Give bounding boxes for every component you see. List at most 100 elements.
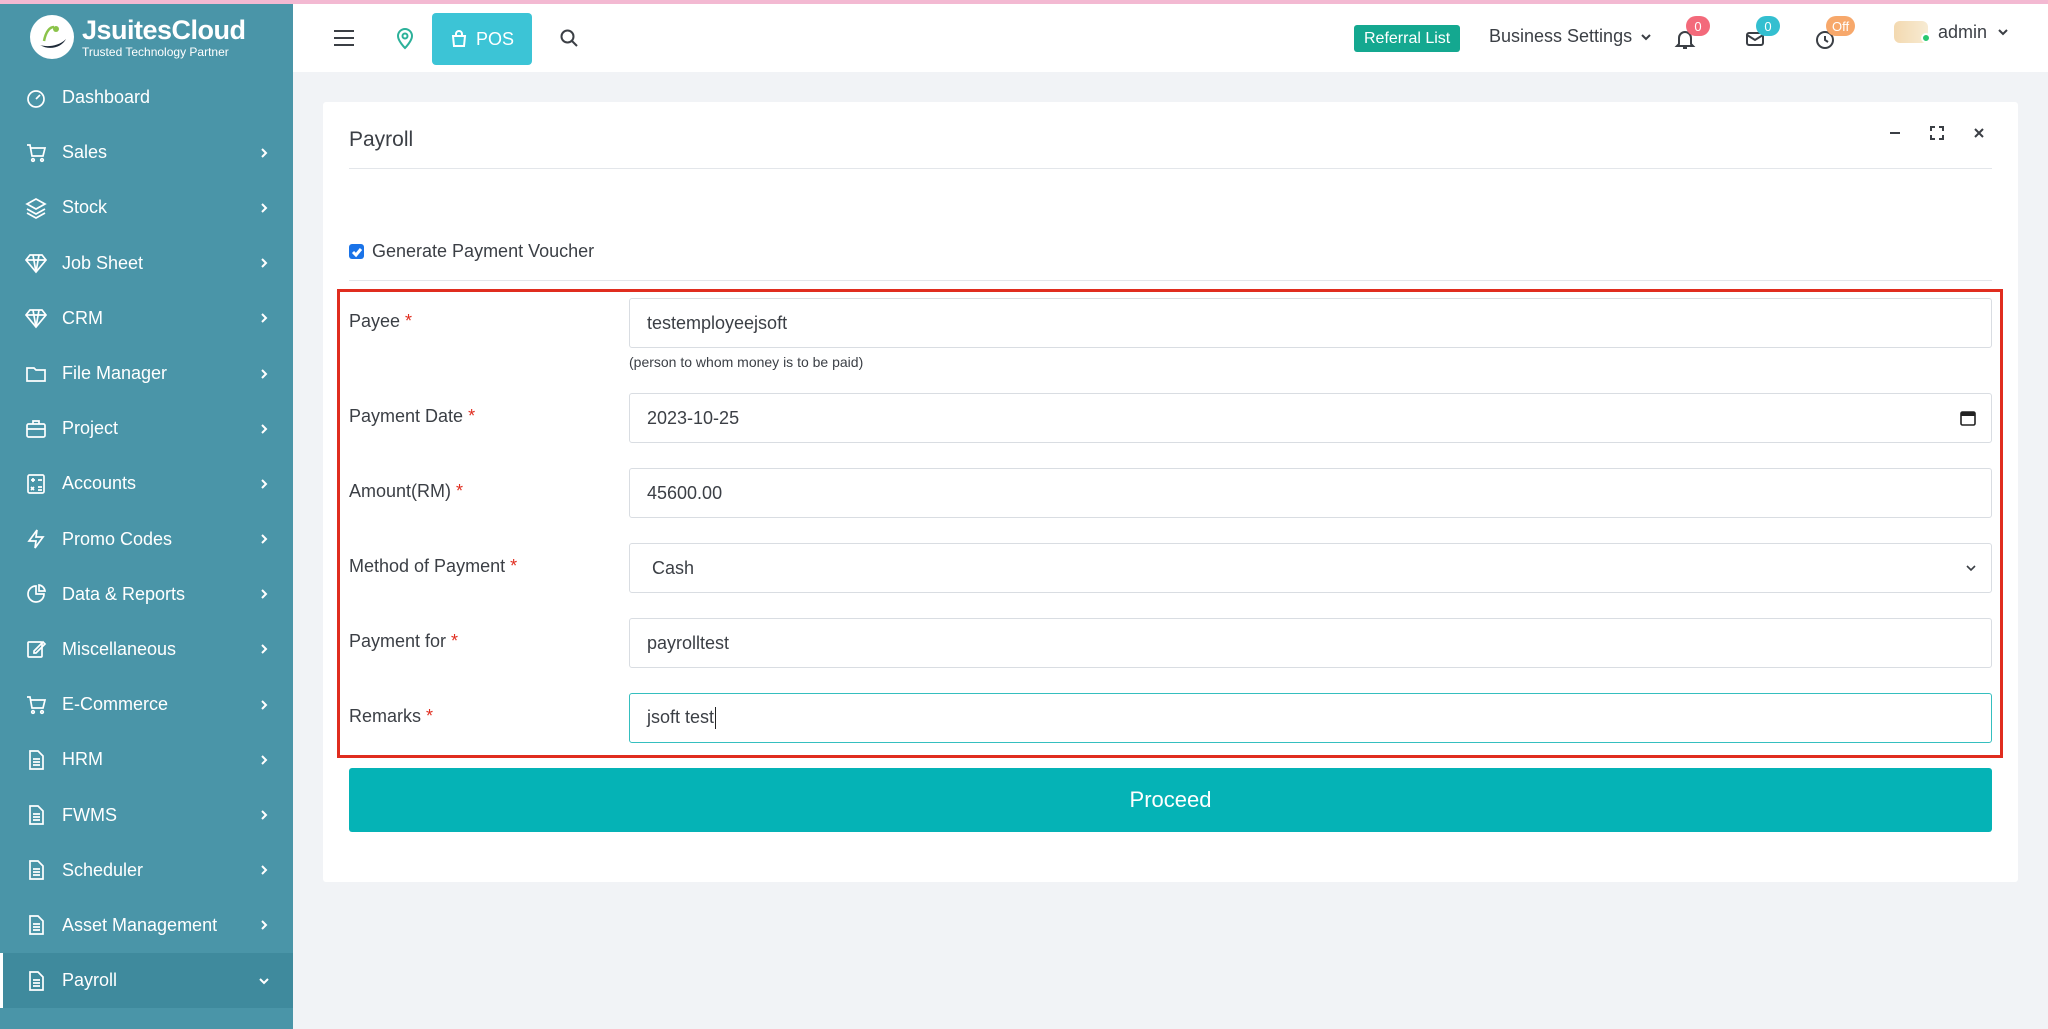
payee-label: Payee * (349, 311, 413, 331)
payee-row: Payee * testemployeejsoft (person to whom… (349, 298, 1992, 370)
proceed-button[interactable]: Proceed (349, 768, 1992, 832)
sidebar-item-label: Scheduler (62, 859, 144, 880)
chevron-right-icon (257, 422, 271, 436)
menu-toggle-icon[interactable] (331, 25, 357, 51)
sidebar-item-scheduler[interactable]: Scheduler (0, 843, 293, 898)
payment-for-row: Payment for * payrolltest (349, 618, 1992, 668)
sidebar: JsuitesCloud Trusted Technology Partner … (0, 4, 293, 1029)
sidebar-item-fwms[interactable]: FWMS (0, 787, 293, 842)
layers-icon (24, 196, 48, 220)
payment-method-label: Method of Payment * (349, 556, 518, 576)
sidebar-item-stock[interactable]: Stock (0, 180, 293, 235)
shopping-cart-icon (24, 693, 48, 717)
sidebar-item-label: Asset Management (62, 914, 218, 935)
chevron-right-icon (257, 753, 271, 767)
sidebar-item-label: Promo Codes (62, 528, 173, 549)
sidebar-item-dashboard[interactable]: Dashboard (0, 70, 293, 125)
payment-date-input[interactable]: 2023-10-25 (629, 393, 1992, 443)
chevron-right-icon (257, 587, 271, 601)
brand-tagline: Trusted Technology Partner (82, 44, 229, 59)
sidebar-item-label: HRM (62, 749, 103, 770)
dashboard-gauge-icon (24, 86, 48, 110)
document-icon (24, 969, 48, 993)
sidebar-item-payroll[interactable]: Payroll (0, 953, 293, 1009)
location-pin-icon[interactable] (393, 25, 417, 51)
sidebar-item-hrm[interactable]: HRM (0, 732, 293, 787)
remarks-input[interactable]: jsoft test (629, 693, 1992, 743)
page-title: Payroll (349, 128, 414, 151)
sidebar-item-job-sheet[interactable]: Job Sheet (0, 236, 293, 291)
amount-row: Amount(RM) * 45600.00 (349, 468, 1992, 518)
brand-logo[interactable]: JsuitesCloud Trusted Technology Partner (0, 4, 293, 70)
lightning-icon (24, 527, 48, 551)
sidebar-item-data-reports[interactable]: Data & Reports (0, 567, 293, 622)
sidebar-item-label: Project (62, 418, 119, 439)
search-icon[interactable] (557, 26, 581, 50)
chevron-right-icon (257, 532, 271, 546)
sidebar-item-miscellaneous[interactable]: Miscellaneous (0, 622, 293, 677)
fullscreen-icon[interactable] (1928, 124, 1946, 142)
generate-voucher-checkbox[interactable]: Generate Payment Voucher (349, 241, 594, 262)
sidebar-item-sales[interactable]: Sales (0, 125, 293, 180)
document-icon (24, 803, 48, 827)
text-cursor (715, 707, 717, 730)
referral-list-button[interactable]: Referral List (1354, 25, 1461, 52)
sidebar-item-project[interactable]: Project (0, 401, 293, 456)
chevron-right-icon (257, 863, 271, 877)
pos-label: POS (475, 28, 514, 49)
brand-name: JsuitesCloud (82, 14, 246, 45)
sidebar-item-label: Stock (62, 197, 108, 218)
document-icon (24, 858, 48, 882)
remarks-row: Remarks * jsoft test (349, 693, 1992, 743)
payee-help-text: (person to whom money is to be paid) (629, 354, 864, 370)
document-icon (24, 913, 48, 937)
sidebar-item-promo-codes[interactable]: Promo Codes (0, 512, 293, 567)
payroll-card: Payroll Generate Payment Voucher Payee * … (323, 102, 2018, 882)
sidebar-item-label: Dashboard (62, 87, 151, 108)
payment-method-select[interactable]: Cash (629, 543, 1992, 593)
close-icon[interactable] (1970, 124, 1988, 142)
shopping-cart-icon (24, 141, 48, 165)
messages-mail-icon[interactable]: 0 (1742, 16, 1780, 52)
business-settings-dropdown[interactable]: Business Settings (1489, 26, 1652, 47)
sidebar-item-asset-management[interactable]: Asset Management (0, 898, 293, 953)
user-menu[interactable]: admin (1894, 21, 2009, 43)
sidebar-item-crm[interactable]: CRM (0, 291, 293, 346)
briefcase-icon (24, 417, 48, 441)
chevron-right-icon (257, 918, 271, 932)
sidebar-item-e-commerce[interactable]: E-Commerce (0, 677, 293, 732)
sidebar-item-label: FWMS (62, 804, 117, 825)
sidebar-nav: Dashboard Sales Stock Job Sheet CRM File Mana… (0, 70, 293, 1009)
pos-button[interactable]: POS (432, 13, 532, 65)
remarks-label: Remarks * (349, 706, 434, 726)
payee-input[interactable]: testemployeejsoft (629, 298, 1992, 348)
payment-for-input[interactable]: payrolltest (629, 618, 1992, 668)
payment-date-label: Payment Date * (349, 406, 476, 426)
chevron-right-icon (257, 477, 271, 491)
sidebar-item-accounts[interactable]: Accounts (0, 456, 293, 511)
notifications-badge: 0 (1686, 16, 1710, 36)
sidebar-item-label: Data & Reports (62, 583, 186, 604)
generate-voucher-label: Generate Payment Voucher (372, 241, 595, 261)
chevron-right-icon (257, 367, 271, 381)
amount-input[interactable]: 45600.00 (629, 468, 1992, 518)
clock-icon[interactable]: Off (1812, 16, 1856, 52)
avatar (1894, 21, 1931, 43)
clock-status-badge: Off (1826, 16, 1856, 36)
chevron-right-icon (257, 201, 271, 215)
chevron-down-icon (1641, 33, 1651, 40)
document-icon (24, 748, 48, 772)
business-settings-label: Business Settings (1489, 26, 1633, 46)
title-divider (349, 168, 1992, 169)
payment-for-label: Payment for * (349, 631, 459, 651)
notifications-bell-icon[interactable]: 0 (1672, 16, 1710, 52)
chevron-down-icon (257, 974, 271, 988)
calculator-icon (24, 472, 48, 496)
checkbox-checked-icon[interactable] (349, 244, 364, 259)
diamond-icon (24, 251, 48, 275)
minimize-icon[interactable] (1886, 124, 1904, 142)
calendar-icon[interactable] (1959, 409, 1977, 427)
shopping-bag-icon (451, 30, 467, 47)
chevron-right-icon (257, 698, 271, 712)
sidebar-item-file-manager[interactable]: File Manager (0, 346, 293, 401)
